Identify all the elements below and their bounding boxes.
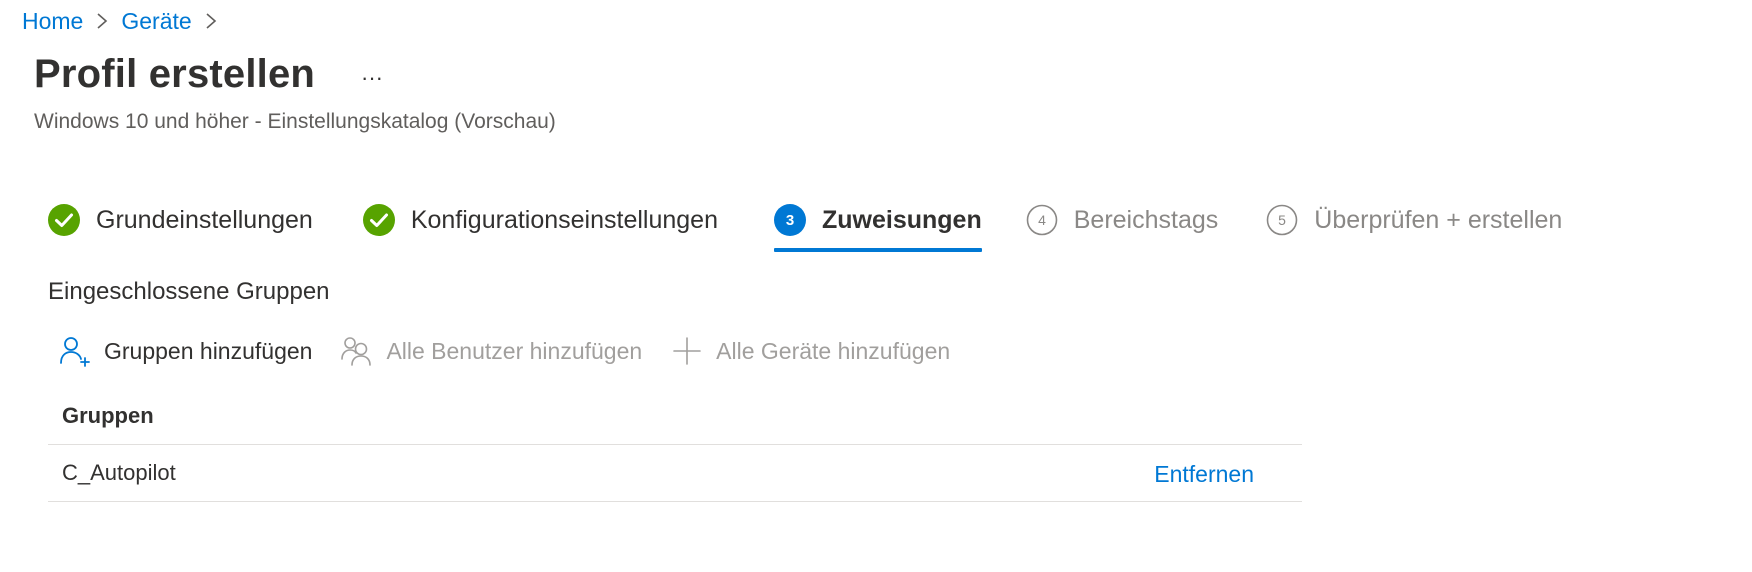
active-step-indicator [774,248,982,252]
wizard-step-scope-tags[interactable]: 4 Bereichstags [1026,196,1219,244]
included-groups-heading: Eingeschlossene Gruppen [48,278,330,305]
add-groups-label: Gruppen hinzufügen [104,337,313,364]
step-number-icon: 4 [1026,204,1058,236]
step-number: 4 [1038,212,1046,228]
table-row: C_Autopilot Entfernen [48,445,1302,502]
step-number: 5 [1278,212,1286,228]
step-number: 3 [786,212,794,229]
wizard-step-label: Zuweisungen [822,205,982,234]
people-icon [340,334,374,368]
wizard-step-label: Konfigurationseinstellungen [410,205,718,234]
group-name: C_Autopilot [62,460,176,485]
command-bar: Gruppen hinzufügen Alle Benutzer hinzufü… [58,330,978,372]
wizard-step-label: Überprüfen + erstellen [1314,205,1563,234]
wizard-steps: Grundeinstellungen Konfigurationseinstel… [48,196,1562,256]
add-all-users-button[interactable]: Alle Benutzer hinzufügen [340,330,642,372]
page-subtitle: Windows 10 und höher - Einstellungskatal… [34,110,556,133]
breadcrumb-devices-link[interactable]: Geräte [121,8,191,35]
wizard-step-basics[interactable]: Grundeinstellungen [48,196,313,244]
step-number-icon: 3 [774,204,806,236]
add-all-users-label: Alle Benutzer hinzufügen [386,337,643,364]
plus-icon [670,334,704,368]
step-number-icon: 5 [1266,204,1298,236]
add-groups-button[interactable]: Gruppen hinzufügen [58,330,312,372]
ellipsis-icon: ··· [361,65,383,90]
wizard-step-review-create[interactable]: 5 Überprüfen + erstellen [1266,196,1562,244]
chevron-right-icon [204,11,218,31]
add-all-devices-label: Alle Geräte hinzufügen [716,337,951,364]
page: Home Geräte Profil erstellen ··· Windows… [0,0,1752,572]
breadcrumb-home-link[interactable]: Home [22,8,83,35]
more-options-button[interactable]: ··· [356,62,388,94]
checkmark-circle-icon [48,204,80,236]
page-title: Profil erstellen [34,52,316,96]
wizard-step-configuration[interactable]: Konfigurationseinstellungen [362,196,718,244]
table-header-groups: Gruppen [48,388,1302,445]
add-person-icon [58,334,92,368]
chevron-right-icon [95,11,109,31]
wizard-step-assignments[interactable]: 3 Zuweisungen [774,196,982,252]
checkmark-circle-icon [362,204,395,236]
add-all-devices-button[interactable]: Alle Geräte hinzufügen [670,330,950,372]
breadcrumb: Home Geräte [22,4,230,38]
remove-group-link[interactable]: Entfernen [1154,461,1254,488]
wizard-step-label: Grundeinstellungen [96,205,313,234]
wizard-step-label: Bereichstags [1073,205,1219,234]
groups-table: Gruppen C_Autopilot Entfernen [48,388,1302,502]
